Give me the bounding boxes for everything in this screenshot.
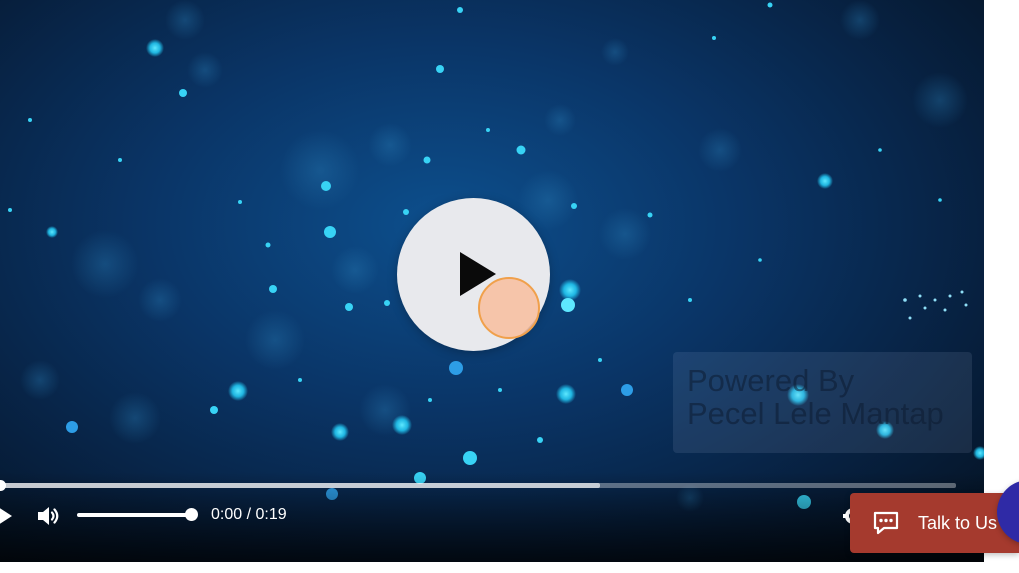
watermark-line-1: Powered By — [687, 363, 855, 398]
page: Powered By Pecel Lele Mantap 0:00 / 0:19 — [0, 0, 1019, 573]
watermark: Powered By Pecel Lele Mantap — [673, 352, 972, 453]
play-icon — [0, 507, 12, 525]
talk-to-us-label: Talk to Us — [918, 513, 998, 533]
watermark-line-2: Pecel Lele Mantap — [687, 396, 944, 431]
time-display: 0:00 / 0:19 — [211, 506, 287, 523]
volume-slider[interactable] — [77, 508, 198, 521]
volume-icon — [38, 507, 59, 525]
chat-bubble-icon — [873, 511, 899, 535]
video-player[interactable]: Powered By Pecel Lele Mantap 0:00 / 0:19 — [0, 0, 984, 562]
talk-to-us-button[interactable]: Talk to Us — [850, 493, 1019, 553]
volume-thumb[interactable] — [185, 508, 198, 521]
play-button[interactable] — [0, 505, 16, 527]
volume-button[interactable] — [35, 503, 61, 529]
seek-buffered — [0, 483, 601, 488]
click-indicator — [478, 277, 540, 339]
seek-bar[interactable] — [0, 480, 956, 491]
